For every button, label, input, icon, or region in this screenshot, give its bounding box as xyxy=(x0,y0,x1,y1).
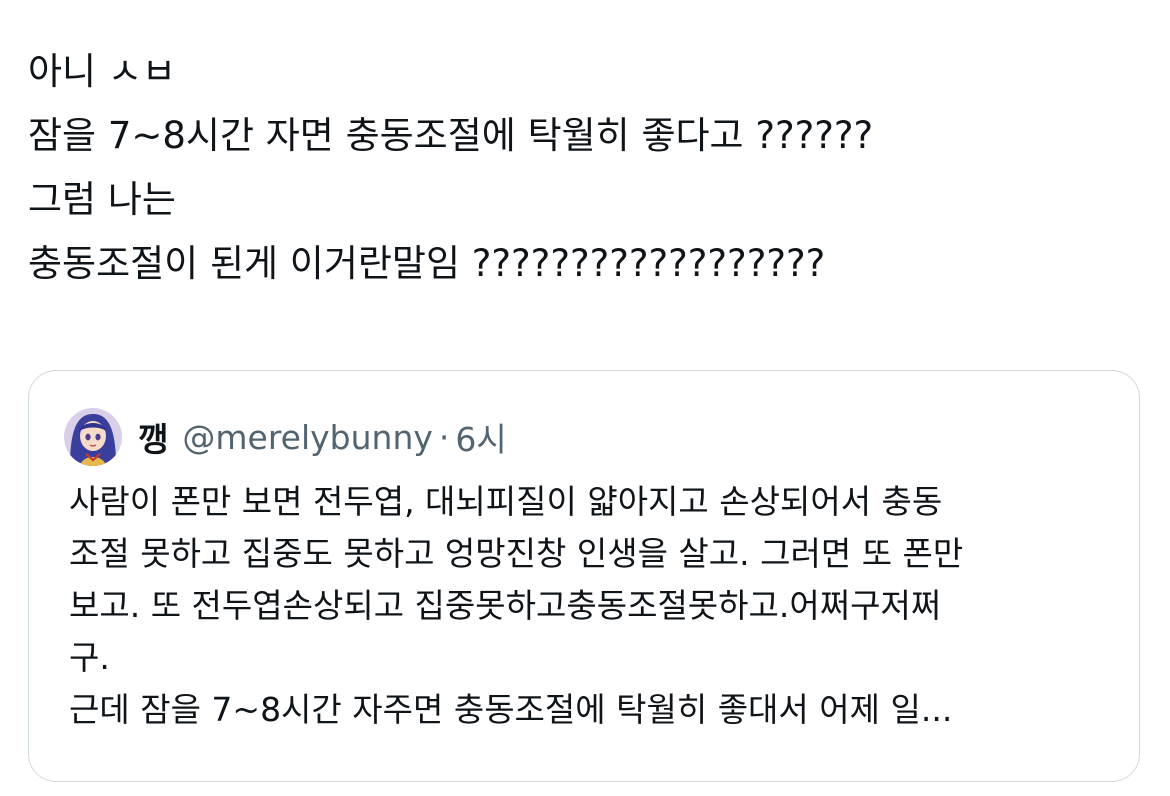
quoted-tweet-text: 사람이 폰만 보면 전두엽, 대뇌피질이 얇아지고 손상되어서 충동 조절 못하… xyxy=(69,476,1119,736)
anime-character-avatar-icon[interactable] xyxy=(64,408,122,466)
tweet-text-line: 잠을 7~8시간 자면 충동조절에 탁월히 좋다고 ?????? xyxy=(28,114,874,157)
tweet-text-line: 그럼 나는 xyxy=(28,178,176,221)
quoted-tweet-card[interactable]: 깽 @merelybunny · 6시 사람이 폰만 보면 전두엽, 대뇌피질이… xyxy=(28,370,1140,782)
tweet-text: 아니 ㅅㅂ 잠을 7~8시간 자면 충동조절에 탁월히 좋다고 ?????? 그… xyxy=(28,40,1138,296)
tweet-timestamp[interactable]: 6시 xyxy=(455,413,506,461)
quoted-text-line: 구. xyxy=(69,638,110,677)
author-handle[interactable]: @merelybunny xyxy=(182,418,433,457)
quoted-text-line: 근데 잠을 7~8시간 자주면 충동조절에 탁월히 좋대서 어제 일... xyxy=(69,690,953,729)
quoted-tweet-header: 깽 @merelybunny · 6시 xyxy=(64,405,507,469)
tweet-text-line: 아니 ㅅㅂ xyxy=(28,50,176,93)
quoted-text-line: 사람이 폰만 보면 전두엽, 대뇌피질이 얇아지고 손상되어서 충동 xyxy=(69,482,943,521)
quoted-text-line: 조절 못하고 집중도 못하고 엉망진창 인생을 살고. 그러면 또 폰만 xyxy=(69,534,964,573)
author-name[interactable]: 깽 xyxy=(138,413,168,461)
quoted-text-line: 보고. 또 전두엽손상되고 집중못하고충동조절못하고.어쩌구저쩌 xyxy=(69,586,942,625)
separator-dot: · xyxy=(438,417,450,457)
tweet-text-line: 충동조절이 된게 이거란말임 ?????????????????? xyxy=(28,242,826,285)
